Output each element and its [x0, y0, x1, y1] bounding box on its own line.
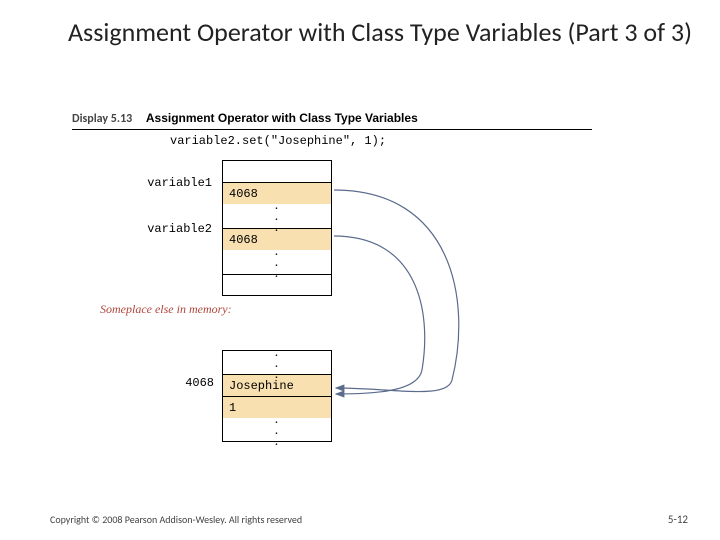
cell-var1-value: 4068	[222, 182, 332, 204]
gap-dots: ···	[222, 250, 332, 274]
slide: Assignment Operator with Class Type Vari…	[0, 0, 720, 540]
gap-dots: ···	[222, 418, 332, 442]
memory-upper: 4068 ··· 4068 ···	[222, 160, 332, 296]
someplace-label: Someplace else in memory:	[100, 302, 232, 317]
display-number: Display 5.13	[72, 112, 132, 126]
memory-diagram: variable1 variable2 4068 ··· 4068 ··· 40…	[72, 160, 632, 480]
display-heading: Display 5.13 Assignment Operator with Cl…	[72, 108, 592, 130]
footer-copyright: Copyright © 2008 Pearson Addison-Wesley.…	[50, 513, 302, 526]
label-address: 4068	[164, 376, 214, 390]
cell-blank	[222, 160, 332, 182]
code-statement: variable2.set("Josephine", 1);	[170, 134, 386, 148]
gap-dots: ···	[222, 204, 332, 228]
cell-object-num: 1	[222, 396, 332, 418]
label-variable2: variable2	[132, 222, 212, 236]
cell-object-name: Josephine	[222, 374, 332, 396]
memory-lower: ··· Josephine 1 ···	[222, 350, 332, 442]
gap-dots: ···	[222, 350, 332, 374]
footer-page: 5-12	[668, 513, 688, 526]
page-title: Assignment Operator with Class Type Vari…	[50, 18, 710, 48]
label-variable1: variable1	[132, 176, 212, 190]
display-title: Assignment Operator with Class Type Vari…	[146, 111, 418, 125]
